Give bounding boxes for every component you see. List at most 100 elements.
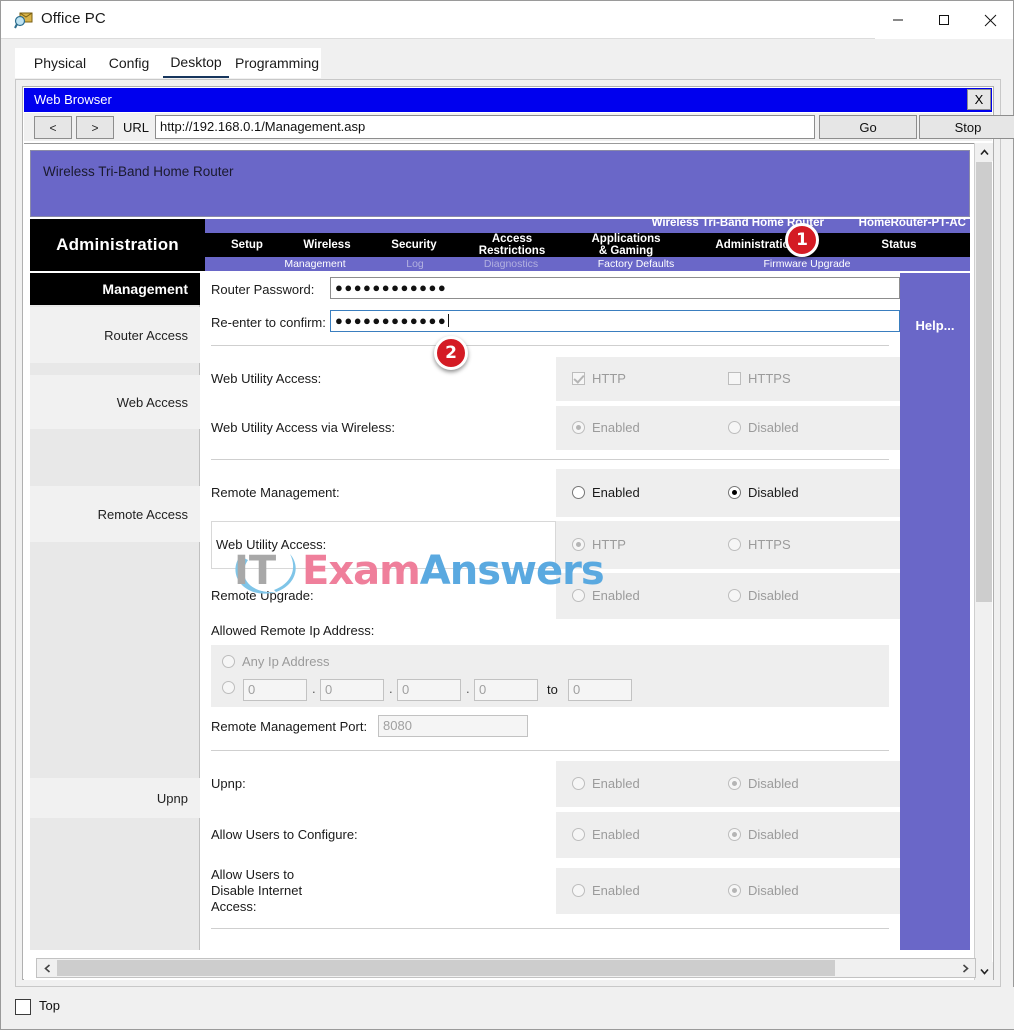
remote-upgrade-panel: Enabled Disabled bbox=[556, 573, 900, 619]
browser-close-button[interactable]: X bbox=[967, 89, 991, 110]
remote-web-utility-http-label: HTTP bbox=[592, 537, 626, 552]
nav-item-applications-gaming-line1: Applications bbox=[591, 233, 661, 245]
reenter-password-input[interactable]: ●●●●●●●●●●●● bbox=[330, 310, 900, 332]
nav-item-wireless[interactable]: Wireless bbox=[287, 233, 367, 257]
window-titlebar: Office PC bbox=[1, 1, 1013, 39]
window-bottom-bar: Top bbox=[1, 987, 1014, 1029]
nav-item-setup[interactable]: Setup bbox=[213, 233, 281, 257]
tab-programming[interactable]: Programming bbox=[233, 48, 321, 78]
sidebar-item-remote-access-label: Remote Access bbox=[97, 506, 188, 522]
remote-management-port-label: Remote Management Port: bbox=[211, 719, 368, 734]
router-sidebar: Management Router Access Web Access Remo… bbox=[30, 273, 200, 950]
subnav-item-firmware-upgrade[interactable]: Firmware Upgrade bbox=[739, 257, 875, 271]
divider-2 bbox=[211, 459, 889, 460]
web-utility-wireless-enabled-label: Enabled bbox=[592, 420, 640, 435]
sidebar-item-router-access[interactable]: Router Access bbox=[30, 307, 200, 363]
maximize-button[interactable] bbox=[921, 1, 967, 39]
remote-management-enabled-option[interactable]: Enabled bbox=[572, 485, 640, 500]
page-horizontal-scrollbar[interactable] bbox=[36, 958, 976, 978]
router-nav-header: Administration Wireless Tri-Band Home Ro… bbox=[30, 217, 970, 271]
minimize-button[interactable] bbox=[875, 1, 921, 39]
upnp-enabled-option[interactable]: Enabled bbox=[572, 776, 640, 791]
row-web-utility-access: Web Utility Access: HTTP HTTPS bbox=[200, 357, 900, 401]
router-password-input[interactable]: ●●●●●●●●●●●● bbox=[330, 277, 900, 299]
top-checkbox[interactable] bbox=[15, 999, 31, 1015]
browser-forward-button[interactable]: > bbox=[76, 116, 114, 139]
browser-back-button[interactable]: < bbox=[34, 116, 72, 139]
nav-item-security[interactable]: Security bbox=[375, 233, 453, 257]
scroll-up-button[interactable] bbox=[975, 143, 993, 161]
sidebar-item-remote-access[interactable]: Remote Access bbox=[30, 486, 200, 542]
ip-octet-4-input[interactable]: 0 bbox=[474, 679, 538, 701]
browser-toolbar: < > URL http://192.168.0.1/Management.as… bbox=[24, 113, 1014, 141]
web-utility-https-label: HTTPS bbox=[748, 371, 791, 386]
upnp-disabled-option[interactable]: Disabled bbox=[728, 776, 799, 791]
sidebar-item-web-access-label: Web Access bbox=[116, 394, 188, 410]
tab-config[interactable]: Config bbox=[103, 48, 155, 78]
callout-badge-1: 1 bbox=[785, 223, 819, 257]
remote-upgrade-enabled-option[interactable]: Enabled bbox=[572, 588, 640, 603]
radio-icon bbox=[222, 681, 235, 694]
ip-octet-2-input[interactable]: 0 bbox=[320, 679, 384, 701]
nav-item-access-restrictions[interactable]: Access Restrictions bbox=[460, 233, 564, 257]
subnav-item-log[interactable]: Log bbox=[387, 257, 443, 271]
scroll-down-button[interactable] bbox=[975, 962, 993, 980]
any-ip-address-label: Any Ip Address bbox=[242, 654, 330, 669]
router-body: Management Router Access Web Access Remo… bbox=[30, 273, 970, 950]
remote-management-port-input[interactable]: 8080 bbox=[378, 715, 528, 737]
url-label: URL bbox=[123, 120, 150, 135]
scroll-right-button[interactable] bbox=[955, 959, 975, 977]
page-vertical-scrollbar[interactable] bbox=[974, 143, 993, 980]
web-utility-http-option[interactable]: HTTP bbox=[572, 371, 626, 386]
allow-users-configure-enabled-option[interactable]: Enabled bbox=[572, 827, 640, 842]
ip-range-radio-option[interactable] bbox=[222, 681, 242, 694]
url-input[interactable]: http://192.168.0.1/Management.asp bbox=[155, 115, 815, 139]
web-utility-wireless-enabled-option[interactable]: Enabled bbox=[572, 420, 640, 435]
application-window: Office PC Physical Config Desktop Progra… bbox=[0, 0, 1014, 1030]
remote-web-utility-https-option[interactable]: HTTPS bbox=[728, 537, 791, 552]
horizontal-scroll-thumb[interactable] bbox=[57, 960, 835, 976]
web-utility-wireless-disabled-option[interactable]: Disabled bbox=[728, 420, 799, 435]
remote-management-enabled-label: Enabled bbox=[592, 485, 640, 500]
help-button[interactable]: Help... bbox=[900, 318, 970, 333]
remote-web-utility-http-option[interactable]: HTTP bbox=[572, 537, 626, 552]
allow-users-disable-enabled-option[interactable]: Enabled bbox=[572, 883, 640, 898]
subnav-item-diagnostics[interactable]: Diagnostics bbox=[463, 257, 559, 271]
ip-octet-3-input[interactable]: 0 bbox=[397, 679, 461, 701]
stop-button[interactable]: Stop bbox=[919, 115, 1014, 139]
close-button[interactable] bbox=[967, 1, 1013, 39]
ip-octet-1-input[interactable]: 0 bbox=[243, 679, 307, 701]
router-nav-right: Wireless Tri-Band Home Router HomeRouter… bbox=[205, 217, 970, 271]
top-checkbox-label: Top bbox=[39, 998, 60, 1013]
upnp-panel: Enabled Disabled bbox=[556, 761, 900, 807]
window-title: Office PC bbox=[41, 10, 106, 27]
allow-users-disable-disabled-option[interactable]: Disabled bbox=[728, 883, 799, 898]
radio-icon bbox=[728, 828, 741, 841]
allow-users-configure-disabled-option[interactable]: Disabled bbox=[728, 827, 799, 842]
remote-upgrade-disabled-option[interactable]: Disabled bbox=[728, 588, 799, 603]
tab-physical[interactable]: Physical bbox=[29, 48, 91, 78]
nav-item-access-restrictions-line1: Access bbox=[491, 233, 533, 245]
tab-desktop[interactable]: Desktop bbox=[163, 48, 229, 78]
vertical-scroll-thumb[interactable] bbox=[976, 162, 992, 602]
allowed-remote-ip-label: Allowed Remote Ip Address: bbox=[211, 623, 375, 638]
scroll-left-button[interactable] bbox=[37, 959, 57, 977]
web-utility-https-option[interactable]: HTTPS bbox=[728, 371, 791, 386]
row-allowed-remote-ip-label: Allowed Remote Ip Address: bbox=[200, 623, 900, 643]
radio-icon bbox=[572, 421, 585, 434]
any-ip-address-option[interactable]: Any Ip Address bbox=[222, 654, 329, 669]
upnp-disabled-label: Disabled bbox=[748, 776, 799, 791]
subnav-item-management[interactable]: Management bbox=[260, 257, 370, 271]
nav-item-status[interactable]: Status bbox=[839, 233, 959, 257]
remote-web-utility-panel: HTTP HTTPS bbox=[556, 521, 900, 569]
sidebar-item-web-access[interactable]: Web Access bbox=[30, 375, 200, 429]
remote-management-disabled-option[interactable]: Disabled bbox=[728, 485, 799, 500]
nav-item-applications-gaming[interactable]: Applications & Gaming bbox=[570, 233, 682, 257]
go-button[interactable]: Go bbox=[819, 115, 917, 139]
sidebar-item-upnp[interactable]: Upnp bbox=[30, 778, 200, 818]
router-section-title-text: Administration bbox=[56, 235, 179, 254]
sidebar-item-router-access-label: Router Access bbox=[104, 327, 188, 343]
ip-range-end-input[interactable]: 0 bbox=[568, 679, 632, 701]
subnav-item-factory-defaults[interactable]: Factory Defaults bbox=[573, 257, 699, 271]
reenter-password-label: Re-enter to confirm: bbox=[211, 315, 326, 330]
